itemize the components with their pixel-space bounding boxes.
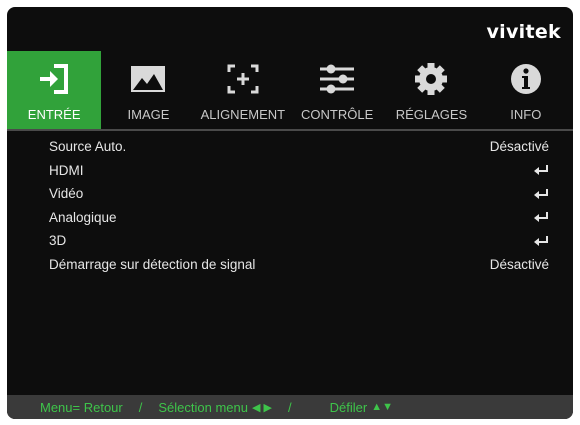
tab-label: IMAGE <box>127 107 170 122</box>
divider <box>7 129 573 131</box>
menu-item-source-auto[interactable]: Source Auto. Désactivé <box>7 135 573 159</box>
gear-icon <box>415 63 448 95</box>
tab-label: ALIGNEMENT <box>200 107 286 122</box>
menu-item-label: Démarrage sur détection de signal <box>49 256 256 272</box>
left-right-arrows-icon: ◀ ▶ <box>252 401 272 414</box>
menu-item-label: Source Auto. <box>49 139 127 155</box>
menu-item-hdmi[interactable]: HDMI <box>7 159 573 183</box>
info-icon <box>510 64 541 94</box>
footer-scroll-hint: Défiler <box>329 399 368 415</box>
tab-control[interactable]: CONTRÔLE <box>290 51 384 129</box>
footer-separator: / <box>138 399 143 415</box>
image-icon <box>131 66 166 92</box>
enter-icon <box>533 235 549 247</box>
menu-item-label: Analogique <box>49 209 117 225</box>
menu-item-analog[interactable]: Analogique <box>7 206 573 230</box>
tab-label: INFO <box>510 107 542 122</box>
menu-item-value: Désactivé <box>489 256 549 272</box>
footer-back-hint: Menu= Retour <box>40 399 123 415</box>
enter-icon <box>533 188 549 200</box>
brand-logo: vivitek <box>486 21 561 43</box>
menu-item-value: Désactivé <box>489 139 549 155</box>
menu-item-3d[interactable]: 3D <box>7 229 573 253</box>
footer-separator: / <box>287 399 292 415</box>
tab-label: CONTRÔLE <box>301 107 374 122</box>
menu-item-video[interactable]: Vidéo <box>7 182 573 206</box>
up-down-arrows-icon: ▲▼ <box>371 401 393 413</box>
sliders-icon <box>320 64 355 94</box>
tab-alignment[interactable]: ALIGNEMENT <box>196 51 290 129</box>
tab-label: ENTRÉE <box>27 107 81 122</box>
tab-info[interactable]: INFO <box>479 51 573 129</box>
menu-item-label: HDMI <box>49 162 84 178</box>
menu-item-label: Vidéo <box>49 186 84 202</box>
input-icon <box>40 64 69 94</box>
menu-item-label: 3D <box>49 233 67 249</box>
tab-entree[interactable]: ENTRÉE <box>7 51 102 129</box>
osd-menu: vivitek ENTRÉE IMAGE ALIGNEMENT CONTRÔLE… <box>7 7 573 419</box>
enter-icon <box>533 164 549 176</box>
enter-icon <box>533 211 549 223</box>
footer-select-hint: Sélection menu <box>158 399 248 415</box>
alignment-icon <box>227 64 259 94</box>
tab-image[interactable]: IMAGE <box>101 51 195 129</box>
footer-hint-bar: Menu= Retour / Sélection menu ◀ ▶ / Défi… <box>7 395 573 419</box>
tab-label: RÉGLAGES <box>395 107 468 122</box>
menu-item-signal-startup[interactable]: Démarrage sur détection de signal Désact… <box>7 253 573 277</box>
tab-bar: ENTRÉE IMAGE ALIGNEMENT CONTRÔLE RÉGLAGE… <box>7 51 573 129</box>
menu-list: Source Auto. Désactivé HDMI Vidéo Analog… <box>7 135 573 276</box>
tab-settings[interactable]: RÉGLAGES <box>384 51 478 129</box>
